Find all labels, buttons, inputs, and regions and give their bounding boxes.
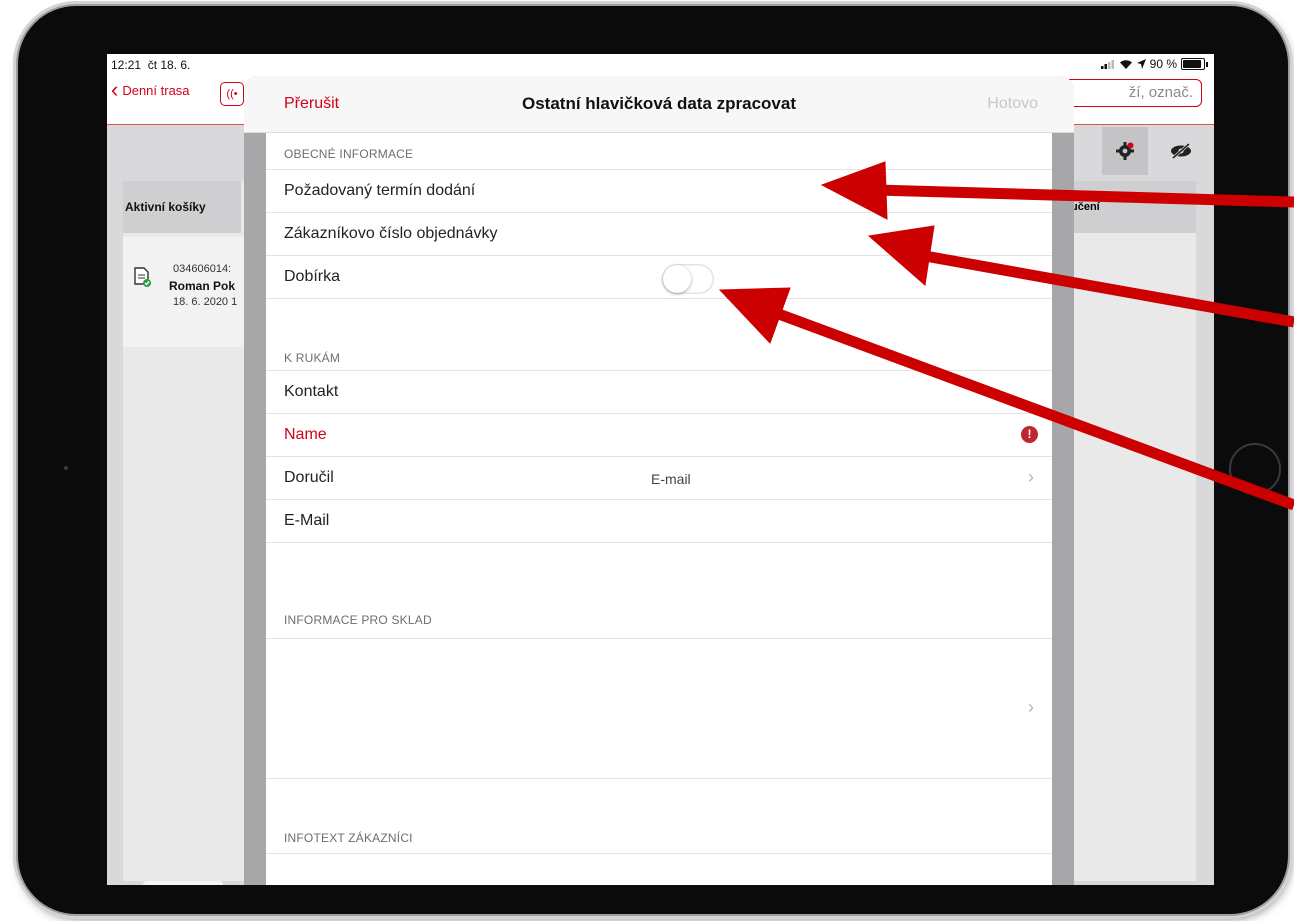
back-button[interactable]: ‹ Denní trasa [111,77,190,102]
email-row[interactable]: E-Mail [266,499,1052,542]
email-label: E-Mail [284,512,330,529]
done-button[interactable]: Hotovo [987,95,1038,113]
divider [266,542,1052,543]
camera-dot [64,466,68,470]
scan-icon[interactable]: ((• [220,82,244,106]
exclamation-circle-icon: ! [1021,426,1038,443]
list-item-number: 034606014: [173,263,232,275]
background-toolbar [1102,127,1204,175]
divider [266,298,1052,299]
battery-nub [1206,61,1208,67]
status-time-date: 12:21 čt 18. 6. [111,58,190,72]
document-check-icon [134,267,151,287]
section-header-customer-info: INFOTEXT ZÁKAZNÍCI [284,831,413,845]
cod-toggle-knob [663,265,691,293]
cart-transfer-button[interactable] [143,881,223,885]
divider [266,778,1052,779]
chevron-left-icon: ‹ [111,77,119,102]
cod-row: Dobírka [266,255,1052,298]
name-label: Name [284,426,327,443]
cod-toggle[interactable] [662,264,714,294]
background-column-header: oručení [1056,181,1196,233]
battery-icon [1181,58,1205,70]
gear-icon[interactable] [1102,127,1148,175]
status-date: čt 18. 6. [147,58,191,72]
contact-label: Kontakt [284,383,339,400]
modal-form: OBECNÉ INFORMACE Požadovaný termín dodán… [266,133,1052,885]
tab-active-carts[interactable]: Aktivní košíky [123,181,241,233]
section-header-warehouse: INFORMACE PRO SKLAD [284,613,432,627]
status-bar: 12:21 čt 18. 6. 90 % [107,54,1214,76]
section-header-attention: K RUKÁM [284,351,341,365]
section-header-general: OBECNÉ INFORMACE [284,147,414,161]
wifi-icon [1119,59,1132,69]
name-row[interactable]: Name ! [266,413,1052,456]
delivered-by-value: E-mail [651,471,691,487]
back-button-label: Denní trasa [122,82,190,98]
status-icons: 90 % [1100,57,1208,71]
delivered-by-label: Doručil [284,469,334,486]
battery-percent: 90 % [1149,57,1177,71]
contact-row[interactable]: Kontakt [266,370,1052,413]
signal-icon [1100,60,1114,69]
modal-header: Přerušit Ostatní hlavičková data zpracov… [244,76,1074,133]
chevron-right-icon: › [1028,697,1034,717]
cod-label: Dobírka [284,268,341,285]
chevron-right-icon: › [1028,467,1034,487]
delivered-by-row[interactable]: Doručil E-mail › [266,456,1052,499]
eye-slash-icon[interactable] [1158,127,1204,175]
requested-delivery-row[interactable]: Požadovaný termín dodání [266,169,1052,212]
status-time: 12:21 [111,58,142,72]
home-button[interactable] [1229,443,1281,495]
modal-title: Ostatní hlavičková data zpracovat [522,94,796,113]
customer-order-number-row[interactable]: Zákazníkovo číslo objednávky [266,212,1052,255]
requested-delivery-label: Požadovaný termín dodání [284,182,476,199]
edit-header-data-modal: Přerušit Ostatní hlavičková data zpracov… [244,76,1074,885]
background-search-field[interactable]: ží, označ. [1052,79,1202,107]
customer-order-number-label: Zákazníkovo číslo objednávky [284,225,498,242]
list-item-date: 18. 6. 2020 1 [173,296,238,308]
list-item-name: Roman Pok [169,279,236,293]
screen: 12:21 čt 18. 6. 90 % ‹ Denní trasa ((• ž… [107,54,1214,885]
warehouse-info-row[interactable]: › [266,638,1052,779]
location-icon [1136,59,1146,69]
customer-info-row-top [266,853,1052,854]
